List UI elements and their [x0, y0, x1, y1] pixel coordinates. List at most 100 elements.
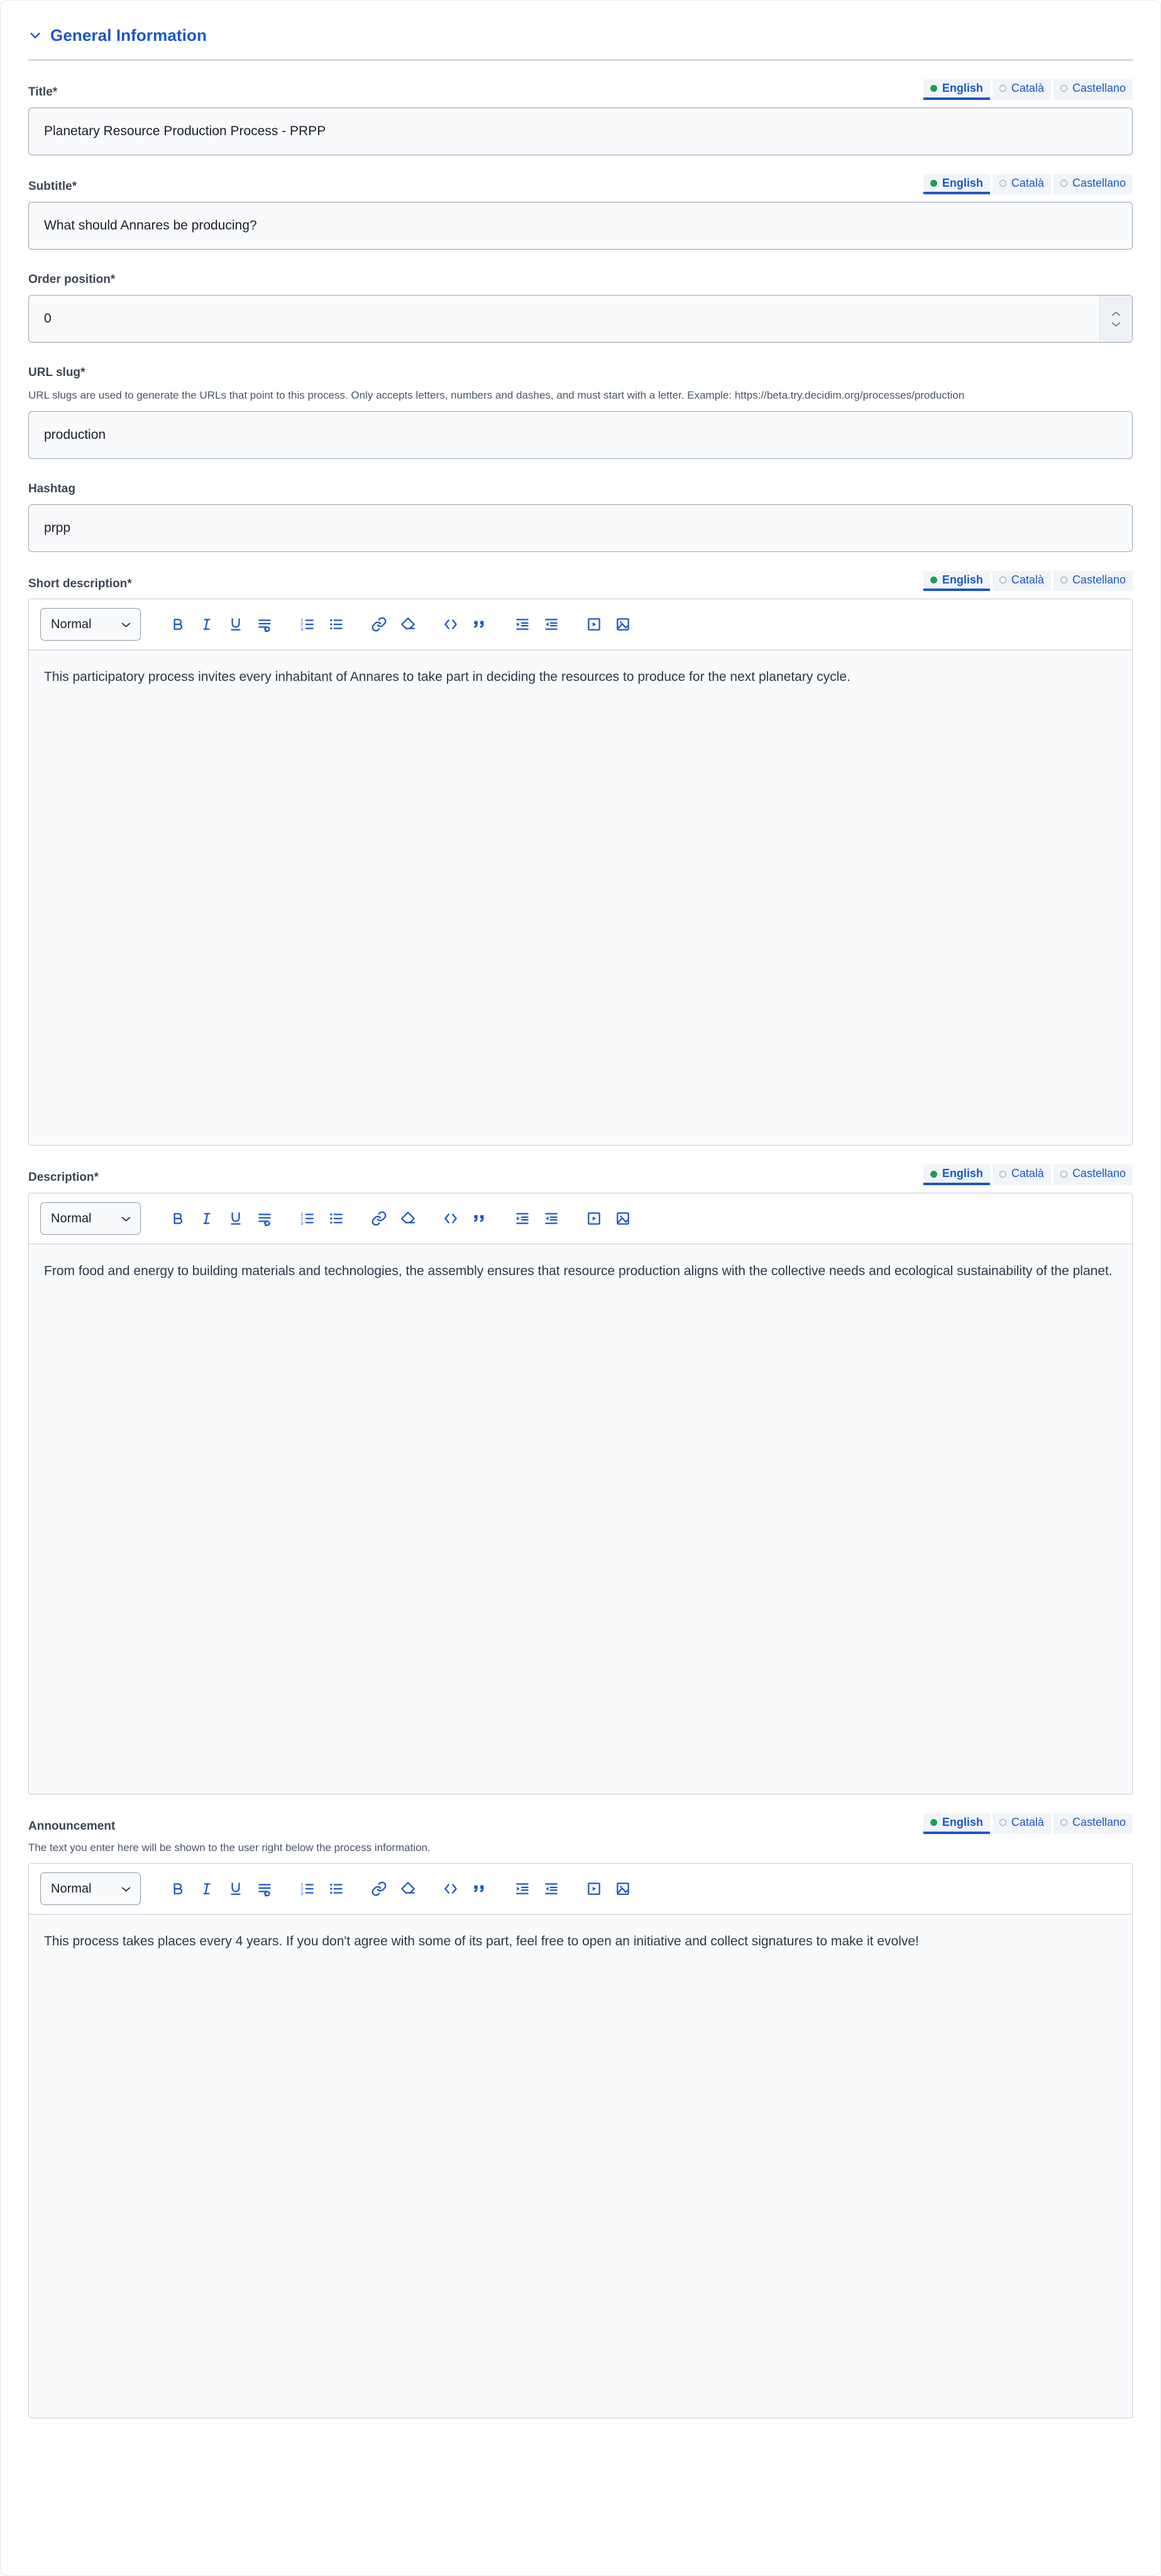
erase-format-icon[interactable]	[393, 1874, 422, 1903]
video-icon[interactable]	[580, 1874, 608, 1903]
outdent-icon[interactable]	[537, 1204, 566, 1233]
video-icon[interactable]	[580, 1204, 608, 1233]
locale-tab-catala[interactable]: Català	[992, 79, 1051, 100]
bold-icon[interactable]	[163, 1204, 192, 1233]
field-subtitle: Subtitle* English Català Castellano What…	[28, 155, 1133, 250]
locale-tab-castellano[interactable]: Castellano	[1053, 1813, 1133, 1834]
locale-dot-icon	[999, 85, 1006, 92]
image-icon[interactable]	[608, 1874, 637, 1903]
blockquote-icon[interactable]	[465, 610, 494, 639]
indent-icon[interactable]	[508, 610, 537, 639]
blockquote-icon[interactable]	[465, 1204, 494, 1233]
bullet-list-icon[interactable]	[322, 1874, 351, 1903]
link-icon[interactable]	[365, 1874, 393, 1903]
locale-dot-icon	[999, 1170, 1006, 1178]
image-icon[interactable]	[608, 1204, 637, 1233]
erase-format-icon[interactable]	[393, 610, 422, 639]
toolbar-group-media	[580, 1874, 637, 1903]
locale-tab-catala[interactable]: Català	[992, 570, 1051, 592]
section-header-general-information[interactable]: General Information	[28, 1, 1133, 43]
image-icon[interactable]	[608, 610, 637, 639]
locale-tab-english[interactable]: English	[923, 174, 990, 195]
italic-icon[interactable]	[192, 610, 221, 639]
page-title: General Information	[50, 26, 207, 45]
bold-icon[interactable]	[163, 1874, 192, 1903]
chevron-down-icon	[121, 1887, 131, 1892]
link-icon[interactable]	[365, 1204, 393, 1233]
code-block-icon[interactable]	[436, 1874, 465, 1903]
link-icon[interactable]	[365, 610, 393, 639]
locale-tab-castellano[interactable]: Castellano	[1053, 570, 1133, 592]
title-input[interactable]: Planetary Resource Production Process - …	[28, 107, 1133, 155]
code-block-icon[interactable]	[436, 610, 465, 639]
toolbar-group-lists: 123	[293, 1204, 351, 1233]
url-slug-label: URL slug*	[28, 366, 85, 380]
outdent-icon[interactable]	[537, 1874, 566, 1903]
indent-icon[interactable]	[508, 1874, 537, 1903]
underline-icon[interactable]	[221, 1874, 250, 1903]
erase-format-icon[interactable]	[393, 1204, 422, 1233]
locale-tabs-announcement: English Català Castellano	[923, 1813, 1133, 1834]
label-row: URL slug*	[28, 362, 1133, 380]
description-editor-body[interactable]: From food and energy to building materia…	[29, 1244, 1132, 1794]
locale-tab-castellano[interactable]: Castellano	[1053, 174, 1133, 195]
hard-break-icon[interactable]	[250, 610, 279, 639]
toolbar-group-block	[436, 610, 494, 639]
chevron-down-icon	[121, 1217, 131, 1221]
indent-icon[interactable]	[508, 1204, 537, 1233]
heading-style-select[interactable]: Normal	[40, 608, 141, 641]
ordered-list-icon[interactable]: 123	[293, 1204, 322, 1233]
heading-style-select[interactable]: Normal	[40, 1872, 141, 1906]
hashtag-input[interactable]: prpp	[28, 504, 1133, 552]
toolbar-group-link	[365, 1204, 422, 1233]
editor-toolbar: Normal 123	[29, 1193, 1132, 1245]
locale-tabs-description: English Català Castellano	[923, 1164, 1133, 1186]
stepper-down-icon	[1111, 322, 1121, 327]
locale-tab-english[interactable]: English	[923, 79, 990, 100]
locale-tab-castellano[interactable]: Castellano	[1053, 1164, 1133, 1186]
label-row: Subtitle* English Català Castellano	[28, 174, 1133, 195]
description-text: From food and energy to building materia…	[44, 1264, 1113, 1279]
locale-tab-english[interactable]: English	[923, 1164, 990, 1186]
blockquote-icon[interactable]	[465, 1874, 494, 1903]
toolbar-group-inline	[163, 610, 279, 639]
field-url-slug: URL slug* URL slugs are used to generate…	[28, 343, 1133, 459]
toolbar-group-indent	[508, 1204, 566, 1233]
underline-icon[interactable]	[221, 610, 250, 639]
locale-tab-english[interactable]: English	[923, 570, 990, 592]
bullet-list-icon[interactable]	[322, 1204, 351, 1233]
hard-break-icon[interactable]	[250, 1874, 279, 1903]
ordered-list-icon[interactable]: 123	[293, 1874, 322, 1903]
locale-tab-english[interactable]: English	[923, 1813, 990, 1834]
locale-tabs-short-description: English Català Castellano	[923, 570, 1133, 592]
italic-icon[interactable]	[192, 1874, 221, 1903]
locale-dot-icon	[1060, 85, 1067, 92]
locale-tab-catala[interactable]: Català	[992, 1164, 1051, 1186]
underline-icon[interactable]	[221, 1204, 250, 1233]
bold-icon[interactable]	[163, 610, 192, 639]
field-announcement: Announcement English Català Castellano T…	[28, 1794, 1133, 2419]
toolbar-group-lists: 123	[293, 1874, 351, 1903]
video-icon[interactable]	[580, 610, 608, 639]
announcement-editor-body[interactable]: This process takes places every 4 years.…	[29, 1915, 1132, 2418]
code-block-icon[interactable]	[436, 1204, 465, 1233]
toolbar-group-media	[580, 1204, 637, 1233]
outdent-icon[interactable]	[537, 610, 566, 639]
order-position-input[interactable]: 0	[28, 295, 1133, 343]
editor-toolbar: Normal 123	[29, 599, 1132, 651]
number-stepper[interactable]	[1099, 296, 1132, 343]
hard-break-icon[interactable]	[250, 1204, 279, 1233]
toolbar-group-block	[436, 1204, 494, 1233]
heading-style-select[interactable]: Normal	[40, 1202, 141, 1235]
locale-tab-castellano[interactable]: Castellano	[1053, 79, 1133, 100]
locale-tab-catala[interactable]: Català	[992, 174, 1051, 195]
italic-icon[interactable]	[192, 1204, 221, 1233]
ordered-list-icon[interactable]: 123	[293, 610, 322, 639]
url-slug-input[interactable]: production	[28, 411, 1133, 459]
toolbar-group-link	[365, 1874, 422, 1903]
bullet-list-icon[interactable]	[322, 610, 351, 639]
subtitle-label: Subtitle*	[28, 180, 77, 194]
short-description-editor-body[interactable]: This participatory process invites every…	[29, 650, 1132, 1146]
subtitle-input[interactable]: What should Annares be producing?	[28, 202, 1133, 250]
locale-tab-catala[interactable]: Català	[992, 1813, 1051, 1834]
